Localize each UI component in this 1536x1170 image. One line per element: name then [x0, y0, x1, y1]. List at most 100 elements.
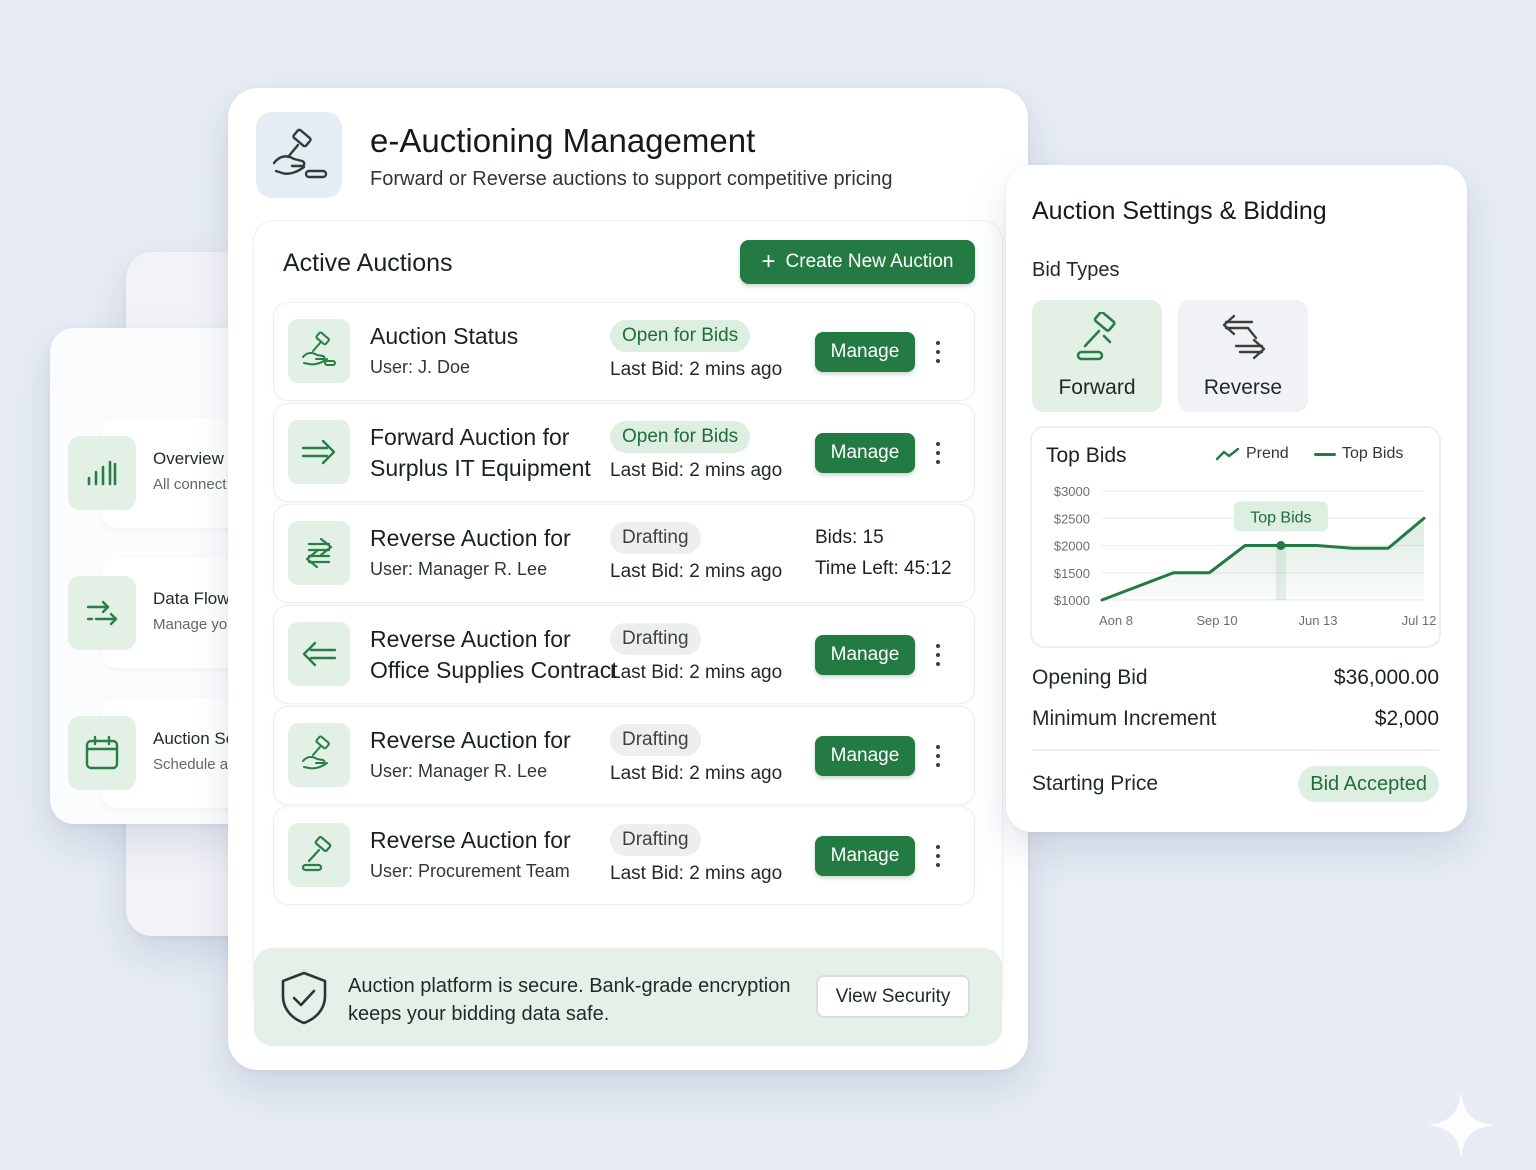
min-increment-value: $2,000	[1374, 707, 1439, 730]
auction-row[interactable]: Forward Auction for Surplus IT Equipment…	[274, 404, 974, 501]
manage-button[interactable]: Manage	[815, 736, 915, 776]
status-badge: Drafting	[610, 623, 701, 655]
settings-card: Auction Settings & Bidding Bid Types For…	[1006, 165, 1467, 832]
gavel-icon	[1076, 312, 1116, 361]
manage-button[interactable]: Manage	[815, 332, 915, 372]
more-options-icon[interactable]	[930, 741, 946, 771]
sidebar-item-subtitle: Manage yo	[153, 616, 228, 633]
auction-title: Reverse Auction for	[370, 727, 571, 753]
bid-types-label: Bid Types	[1032, 259, 1120, 281]
more-options-icon[interactable]	[930, 640, 946, 670]
manage-button[interactable]: Manage	[815, 433, 915, 473]
bid-type-forward[interactable]: Forward	[1032, 300, 1162, 412]
gavel-hand-icon	[288, 319, 350, 383]
x-tick-label: Aon 8	[1099, 613, 1133, 628]
manage-button[interactable]: Manage	[815, 635, 915, 675]
auction-user: User: Procurement Team	[370, 861, 570, 881]
data-point	[1276, 541, 1286, 550]
shield-check-icon	[281, 971, 327, 1025]
auction-row[interactable]: Reverse Auction for User: Manager R. Lee…	[274, 505, 974, 602]
swap-arrows-icon	[288, 521, 350, 585]
status-badge: Drafting	[610, 824, 701, 856]
auction-user: User: Manager R. Lee	[370, 559, 548, 579]
main-card: e-Auctioning Management Forward or Rever…	[228, 88, 1028, 1070]
bids-count: Bids: 15	[815, 527, 884, 548]
last-bid-text: Last Bid: 2 mins ago	[610, 662, 783, 683]
plus-icon: +	[761, 248, 776, 275]
more-options-icon[interactable]	[930, 438, 946, 468]
auction-title-line2: Office Supplies Contract	[370, 657, 618, 683]
page-subtitle: Forward or Reverse auctions to support c…	[370, 168, 893, 190]
auction-title: Reverse Auction for	[370, 827, 571, 853]
create-auction-label: Create New Auction	[785, 251, 954, 272]
auction-row[interactable]: Reverse Auction for Office Supplies Cont…	[274, 606, 974, 703]
auction-user: User: J. Doe	[370, 357, 471, 377]
auction-row[interactable]: Reverse Auction for User: Procurement Te…	[274, 807, 974, 904]
top-bids-chart: $3000 $2500 $2000 $1500 $1000 Aon 8 Sep 10 Jun …	[1032, 428, 1439, 646]
legend-label: Prend	[1246, 445, 1289, 462]
time-left: Time Left: 45:12	[815, 558, 952, 579]
auction-row[interactable]: Reverse Auction for User: Manager R. Lee…	[274, 707, 974, 804]
gavel-hand-icon	[272, 128, 328, 179]
auction-title: Reverse Auction for	[370, 525, 571, 551]
chart-title: Top Bids	[1046, 444, 1127, 467]
y-tick-label: $3000	[1054, 484, 1090, 499]
create-auction-button[interactable]: + Create New Auction	[740, 240, 975, 284]
auction-row[interactable]: Auction Status User: J. Doe Open for Bid…	[274, 303, 974, 400]
sidebar-item-title: Overview	[153, 449, 224, 468]
bid-type-reverse[interactable]: Reverse	[1178, 300, 1308, 412]
more-options-icon[interactable]	[930, 841, 946, 871]
page-title: e-Auctioning Management	[370, 122, 756, 159]
x-tick-label: Jun 13	[1298, 613, 1337, 628]
sidebar-item-title: Auction Sc	[153, 729, 235, 748]
last-bid-text: Last Bid: 2 mins ago	[610, 763, 783, 784]
legend-item-top-bids: Top Bids	[1314, 445, 1403, 463]
trend-icon	[1216, 447, 1240, 461]
last-bid-text: Last Bid: 2 mins ago	[610, 863, 783, 884]
auction-title: Reverse Auction for	[370, 626, 571, 652]
x-tick-label: Sep 10	[1196, 613, 1237, 628]
status-badge: Open for Bids	[610, 320, 751, 352]
active-auctions-panel: Active Auctions + Create New Auction Auc…	[254, 221, 1002, 1017]
settings-title: Auction Settings & Bidding	[1032, 197, 1327, 225]
auction-title: Forward Auction for	[370, 424, 570, 450]
section-title: Active Auctions	[283, 249, 453, 277]
y-tick-label: $1500	[1054, 566, 1090, 581]
more-options-icon[interactable]	[930, 337, 946, 367]
calendar-icon	[68, 716, 136, 790]
last-bid-text: Last Bid: 2 mins ago	[610, 460, 783, 481]
status-badge: Drafting	[610, 522, 701, 554]
gavel-hand-icon	[288, 723, 350, 787]
view-security-button[interactable]: View Security	[816, 975, 970, 1018]
security-message: Auction platform is secure. Bank-grade e…	[348, 975, 791, 1025]
opening-bid-value: $36,000.00	[1333, 666, 1439, 689]
sidebar-item-subtitle: Schedule a	[153, 756, 229, 773]
legend-label: Top Bids	[1342, 445, 1404, 462]
arrow-left-icon	[288, 622, 350, 686]
auction-title-line2: Surplus IT Equipment	[370, 455, 591, 481]
arrow-right-icon	[288, 420, 350, 484]
auction-title: Auction Status	[370, 323, 519, 349]
arrows-right-icon	[68, 576, 136, 650]
last-bid-text: Last Bid: 2 mins ago	[610, 359, 783, 380]
bid-type-label: Reverse	[1203, 376, 1283, 399]
highlight-band	[1275, 545, 1286, 600]
swap-arrows-icon	[1222, 314, 1266, 360]
min-increment-label: Minimum Increment	[1032, 707, 1217, 730]
auction-user: User: Manager R. Lee	[370, 761, 548, 781]
y-tick-label: $2500	[1054, 511, 1090, 526]
starting-price-label: Starting Price	[1032, 772, 1159, 795]
gavel-icon	[288, 823, 350, 887]
divider	[1032, 749, 1439, 751]
app-logo	[256, 112, 342, 198]
x-tick-label: Jul 12	[1402, 613, 1437, 628]
bid-accepted-badge: Bid Accepted	[1298, 766, 1439, 802]
last-bid-text: Last Bid: 2 mins ago	[610, 561, 783, 582]
security-banner: Auction platform is secure. Bank-grade e…	[254, 948, 1002, 1046]
manage-button[interactable]: Manage	[815, 836, 915, 876]
y-tick-label: $1000	[1054, 593, 1090, 608]
legend-item-prend: Prend	[1216, 445, 1289, 463]
opening-bid-label: Opening Bid	[1032, 666, 1148, 689]
legend-line-icon	[1314, 452, 1336, 456]
sidebar-item-title: Data Flow	[153, 589, 230, 608]
